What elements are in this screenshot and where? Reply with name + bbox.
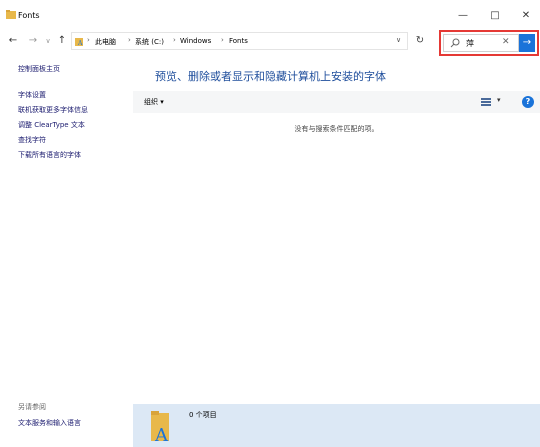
view-dropdown-button[interactable]: ▾	[497, 96, 501, 104]
chevron-right-icon: ›	[221, 36, 224, 44]
view-options-icon[interactable]	[481, 98, 491, 106]
minimize-button[interactable]: —	[455, 10, 471, 22]
item-count: 0 个项目	[189, 411, 217, 419]
chevron-right-icon: ›	[173, 36, 176, 44]
fonts-location-icon: A	[75, 38, 83, 46]
see-also-heading: 另请参阅	[18, 403, 46, 411]
recent-locations-button[interactable]: ∨	[41, 34, 55, 48]
page-title: 预览、删除或者显示和隐藏计算机上安装的字体	[155, 70, 386, 83]
organize-menu-button[interactable]: 组织 ▾	[144, 97, 164, 107]
get-more-font-info-link[interactable]: 联机获取更多字体信息	[18, 105, 88, 115]
text-services-link[interactable]: 文本服务和输入语言	[18, 418, 81, 428]
maximize-button[interactable]: □	[487, 10, 503, 22]
breadcrumb-fonts[interactable]: Fonts	[229, 37, 248, 45]
svg-text:A: A	[154, 425, 169, 443]
back-button[interactable]: ←	[6, 34, 20, 48]
window-title: Fonts	[18, 11, 40, 20]
font-settings-link[interactable]: 字体设置	[18, 90, 46, 100]
svg-text:A: A	[77, 40, 83, 46]
refresh-button[interactable]: ↻	[413, 34, 427, 48]
chevron-right-icon: ›	[128, 36, 131, 44]
empty-results-message: 没有与搜索条件匹配的项。	[294, 125, 379, 133]
download-all-fonts-link[interactable]: 下载所有语言的字体	[18, 150, 81, 160]
control-panel-home-link[interactable]: 控制面板主页	[18, 64, 60, 74]
fonts-folder-large-icon: A	[151, 411, 169, 443]
breadcrumb-system-drive[interactable]: 系统 (C:)	[135, 37, 164, 47]
up-button[interactable]: ↑	[55, 34, 69, 48]
search-highlight: 萍 ✕ →	[439, 30, 539, 56]
clear-search-button[interactable]: ✕	[502, 37, 510, 47]
breadcrumb-windows[interactable]: Windows	[180, 37, 211, 45]
help-icon[interactable]: ?	[522, 96, 534, 108]
find-character-link[interactable]: 查找字符	[18, 135, 46, 145]
search-go-button[interactable]: →	[519, 34, 535, 52]
fonts-folder-icon	[6, 10, 16, 19]
search-input[interactable]: 萍 ✕	[443, 34, 519, 52]
breadcrumb-this-pc[interactable]: 此电脑	[95, 37, 116, 47]
search-icon	[450, 38, 460, 48]
address-bar[interactable]: A › 此电脑 › 系统 (C:) › Windows › Fonts ∨	[71, 32, 408, 50]
details-pane: A 0 个项目	[133, 404, 540, 447]
forward-button[interactable]: →	[26, 34, 40, 48]
chevron-right-icon: ›	[87, 36, 90, 44]
close-button[interactable]: ✕	[518, 10, 534, 22]
address-dropdown-button[interactable]: ∨	[396, 36, 401, 44]
command-bar: 组织 ▾ ▾ ?	[133, 91, 540, 113]
title-bar: Fonts — □ ✕	[0, 0, 540, 30]
search-query: 萍	[466, 39, 474, 48]
